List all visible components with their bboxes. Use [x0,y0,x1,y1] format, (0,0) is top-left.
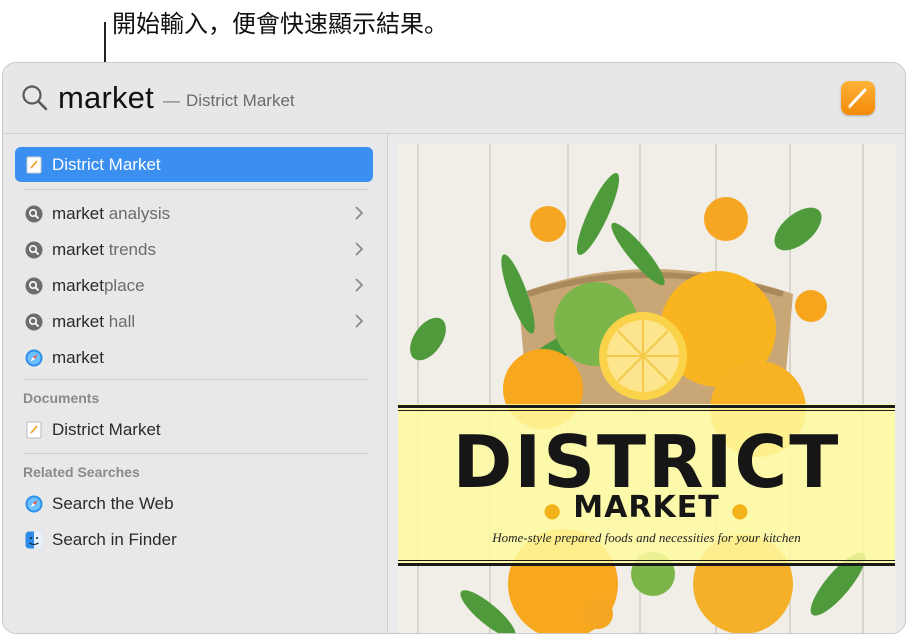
completion-dash: — [163,91,180,110]
pages-document-icon [26,421,42,439]
search-suggestion-icon [25,277,43,295]
search-suggestion-icon [25,205,43,223]
band-rule [398,560,895,561]
chevron-right-icon[interactable] [353,203,365,223]
search-finder-label: Search in Finder [52,530,177,549]
search-web-label: Search the Web [52,494,174,513]
search-finder-row[interactable]: Search in Finder [15,522,373,557]
top-hit-row[interactable]: District Market [15,147,373,182]
search-completion: District Market [186,91,295,110]
suggestion-row[interactable]: market hall [15,304,373,339]
suggestion-label: marketplace [52,276,145,295]
document-label: District Market [52,420,161,439]
related-searches-header: Related Searches [23,464,140,480]
divider [23,453,368,454]
poster-subtitle-text: MARKET [573,490,720,525]
search-icon [22,85,48,111]
pencil-icon [848,88,867,109]
documents-section-header: Documents [23,390,100,406]
suggestion-label: market hall [52,312,136,331]
suggestion-row[interactable]: marketplace [15,268,373,303]
chevron-right-icon[interactable] [353,239,365,259]
search-input[interactable]: market [58,80,154,116]
suggestion-row[interactable]: market analysis [15,196,373,231]
safari-icon [25,495,43,513]
pages-document-icon [26,156,42,174]
results-sidebar: District Market market analysis market t… [3,134,388,633]
lemon-icon: ● [543,498,562,522]
search-bar[interactable]: market — District Market [3,63,905,134]
search-suggestion-icon [25,313,43,331]
pages-app-icon[interactable] [841,81,875,115]
chevron-right-icon[interactable] [353,311,365,331]
divider [23,379,368,380]
spotlight-window: market — District Market District Market [2,62,906,634]
lemon-icon: ● [731,498,750,522]
document-row[interactable]: District Market [15,412,373,447]
suggestion-label: market analysis [52,204,171,223]
suggestion-label: market [52,348,104,367]
document-preview[interactable]: DISTRICT ● MARKET ● Home-style prepared … [398,144,895,633]
safari-icon [25,349,43,367]
callout-text: 開始輸入，便會快速顯示結果。 [112,10,448,38]
divider [23,189,368,190]
band-rule [398,405,895,408]
band-rule [398,563,895,566]
safari-suggestion-row[interactable]: market [15,340,373,375]
search-suggestion-icon [25,241,43,259]
top-hit-label: District Market [52,155,161,174]
poster-subtitle: ● MARKET ● [398,490,895,525]
chevron-right-icon[interactable] [353,275,365,295]
finder-icon [25,531,43,549]
search-web-row[interactable]: Search the Web [15,486,373,521]
poster-tagline: Home-style prepared foods and necessitie… [492,530,801,545]
suggestion-row[interactable]: market trends [15,232,373,267]
suggestion-label: market trends [52,240,156,259]
band-rule [398,410,895,411]
